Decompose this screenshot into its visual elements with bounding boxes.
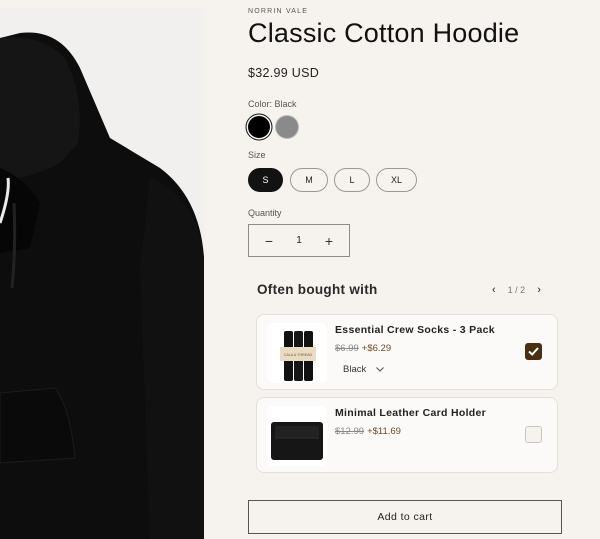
upsell-item-name[interactable]: Minimal Leather Card Holder [335, 407, 486, 419]
size-option-m[interactable]: M [290, 168, 328, 192]
product-image [0, 8, 212, 539]
socks-thumbnail: CALA & THREAD [267, 323, 327, 383]
compare-at-price: $6.99 [335, 343, 359, 354]
upsell-item-card-holder: Minimal Leather Card Holder $12.99 +$11.6… [256, 397, 558, 473]
upsell-pager: ‹ 1 / 2 › [492, 284, 541, 296]
product-title: Classic Cotton Hoodie [248, 18, 520, 48]
upsell-page-indicator: 1 / 2 [507, 285, 526, 295]
color-selected-value: Black [274, 99, 297, 109]
product-vendor: NORRIN VALE [248, 8, 309, 15]
hoodie-image [0, 8, 212, 539]
size-option-xl[interactable]: XL [376, 168, 417, 192]
upsell-heading: Often bought with [257, 282, 378, 297]
upsell-item-checkbox[interactable] [525, 343, 542, 360]
size-option-l[interactable]: L [334, 168, 370, 192]
upsell-item-socks: CALA & THREAD Essential Crew Socks - 3 P… [256, 314, 558, 390]
upsell-item-prices: $6.99 +$6.29 [335, 343, 391, 354]
upsell-item-name[interactable]: Essential Crew Socks - 3 Pack [335, 324, 495, 336]
quantity-increase-button[interactable]: + [321, 233, 337, 249]
variant-select-value: Black [343, 364, 367, 375]
add-to-cart-button[interactable]: Add to cart [248, 500, 562, 534]
checkmark-icon [528, 347, 539, 356]
socks-thumbnail-label: CALA & THREAD [284, 353, 313, 357]
product-price: $32.99 USD [248, 66, 320, 80]
chevron-right-icon[interactable]: › [537, 284, 541, 296]
color-label: Color: Black [248, 99, 297, 109]
quantity-decrease-button[interactable]: − [261, 233, 277, 249]
color-swatch-black[interactable] [248, 116, 270, 138]
size-label: Size [248, 150, 266, 160]
size-option-s[interactable]: S [248, 168, 283, 192]
quantity-value[interactable]: 1 [296, 235, 302, 246]
sale-price: +$6.29 [361, 343, 392, 354]
quantity-stepper: − 1 + [248, 224, 350, 257]
upsell-item-checkbox[interactable] [525, 426, 542, 443]
card-holder-thumbnail [267, 406, 327, 466]
chevron-left-icon[interactable]: ‹ [492, 284, 496, 296]
upsell-item-prices: $12.99 +$11.69 [335, 426, 401, 437]
quantity-label: Quantity [248, 208, 282, 218]
compare-at-price: $12.99 [335, 426, 365, 437]
variant-select[interactable]: Black [343, 364, 385, 375]
sale-price: +$11.69 [367, 426, 401, 437]
chevron-down-icon [376, 365, 385, 374]
color-swatch-grey[interactable] [276, 116, 298, 138]
